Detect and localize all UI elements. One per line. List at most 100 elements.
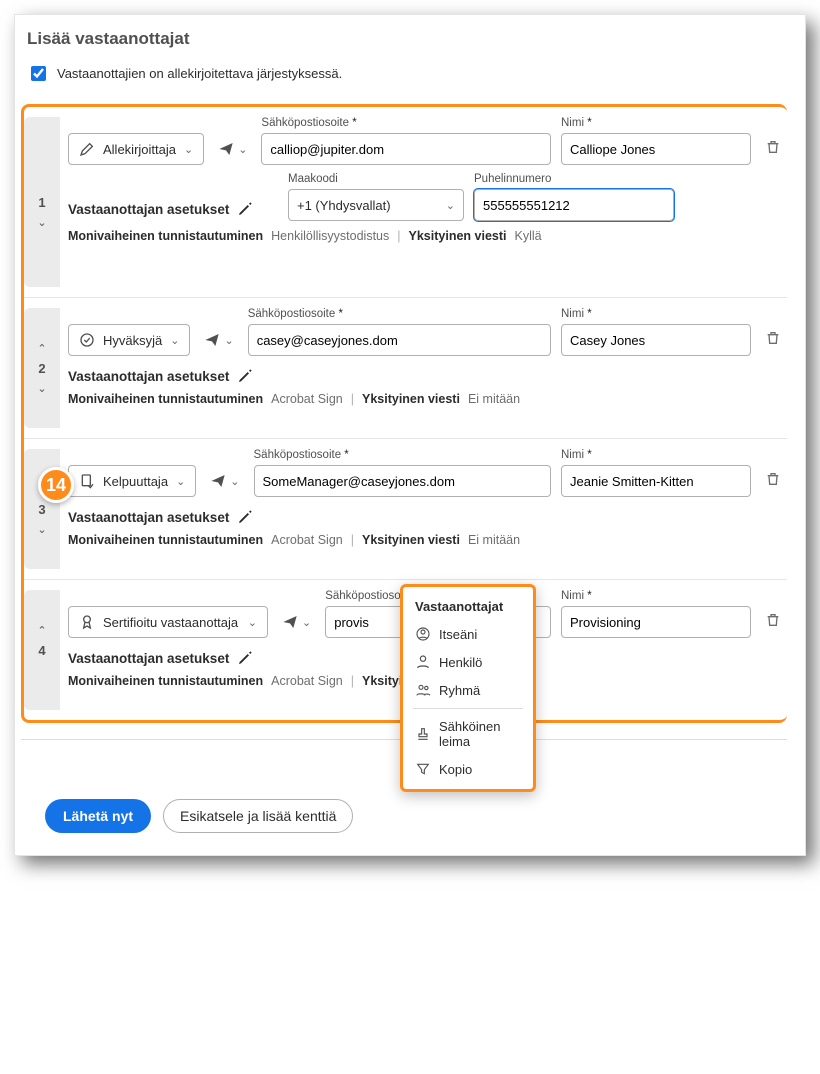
preview-button[interactable]: Esikatsele ja lisää kenttiä [163,799,353,833]
role-selector[interactable]: Kelpuuttaja ⌄ [68,465,196,497]
trash-icon[interactable] [765,330,781,346]
delivery-selector[interactable]: ⌄ [278,606,315,638]
mfa-key: Monivaiheinen tunnistautuminen [68,674,263,688]
mfa-value: Acrobat Sign [271,392,343,406]
order-checkbox-input[interactable] [31,66,46,81]
popup-header: Vastaanottajat [407,595,529,620]
chevron-down-icon: ⌄ [302,616,311,629]
mfa-value: Henkilöllisyystodistus [271,229,389,243]
country-code-select[interactable]: +1 (Yhdysvallat) ⌄ [288,189,464,221]
recipient-settings-label: Vastaanottajan asetukset [68,202,229,217]
country-code-label: Maakoodi [288,173,464,185]
chevron-down-icon: ⌄ [170,334,179,347]
private-msg-value: Kyllä [514,229,541,243]
email-label: Sähköpostiosoite [261,117,551,129]
name-field[interactable] [561,133,751,165]
chevron-down-icon: ⌄ [230,475,239,488]
stamp-icon [415,726,431,742]
edit-icon[interactable] [237,650,253,666]
name-field[interactable] [561,324,751,356]
chevron-down-icon: ⌄ [184,143,193,156]
popup-option-group[interactable]: Ryhmä [407,676,529,704]
email-field[interactable] [261,133,551,165]
role-label: Kelpuuttaja [103,474,168,489]
private-msg-key: Yksityinen viesti [362,533,460,547]
email-field[interactable] [248,324,551,356]
popup-option-stamp[interactable]: Sähköinen leima [407,713,529,755]
recipient-index: 4 [38,643,45,658]
callout-14: 14 [38,467,74,503]
private-msg-key: Yksityinen viesti [409,229,507,243]
chevron-down-icon[interactable]: ⌄ [37,523,46,536]
delivery-selector[interactable]: ⌄ [214,133,251,165]
role-label: Allekirjoittaja [103,142,176,157]
chevron-down-icon: ⌄ [176,475,185,488]
drag-handle[interactable]: ⌃ 1 ⌄ [24,117,60,287]
role-selector[interactable]: Hyväksyjä ⌄ [68,324,190,356]
trash-icon[interactable] [765,471,781,487]
chevron-down-icon: ⌄ [248,616,257,629]
send-icon [282,614,298,630]
pen-icon [79,141,95,157]
phone-field[interactable] [474,189,674,221]
mfa-key: Monivaiheinen tunnistautuminen [68,229,263,243]
recipient-row: ⌃ 2 ⌄ Hyväksyjä ⌄ ⌄ Sähköpostios [24,298,787,439]
send-button[interactable]: Lähetä nyt [45,799,151,833]
email-label: Sähköpostiosoite [248,308,551,320]
chevron-up-icon[interactable]: ⌃ [37,342,46,355]
person-circle-icon [415,626,431,642]
delivery-selector[interactable]: ⌄ [206,465,243,497]
send-icon [204,332,220,348]
recipient-settings-label: Vastaanottajan asetukset [68,510,229,525]
person-icon [415,654,431,670]
trash-icon[interactable] [765,612,781,628]
edit-icon[interactable] [237,201,253,217]
name-field[interactable] [561,465,751,497]
send-icon [218,141,234,157]
popup-option-myself[interactable]: Itseäni [407,620,529,648]
email-label: Sähköpostiosoite [254,449,552,461]
edit-icon[interactable] [237,368,253,384]
phone-label: Puhelinnumero [474,173,674,185]
ribbon-icon [79,614,95,630]
mfa-key: Monivaiheinen tunnistautuminen [68,392,263,406]
private-msg-value: Ei mitään [468,533,520,547]
chevron-down-icon[interactable]: ⌄ [37,382,46,395]
recipient-index: 2 [38,361,45,376]
name-label: Nimi [561,590,751,602]
trash-icon[interactable] [765,139,781,155]
email-field[interactable] [254,465,552,497]
chevron-down-icon: ⌄ [446,199,455,212]
drag-handle[interactable]: ⌃ 4 ⌄ [24,590,60,710]
recipient-row: ⌃ 3 ⌄ Kelpuuttaja ⌄ ⌄ Sähköposti [24,439,787,580]
recipient-type-popup: Vastaanottajat Itseäni Henkilö Ryhmä Säh… [400,584,536,792]
recipient-row: ⌃ 4 ⌄ Sertifioitu vastaanottaja ⌄ ⌄ [24,580,787,720]
delivery-selector[interactable]: ⌄ [200,324,237,356]
popup-option-copy[interactable]: Kopio [407,755,529,783]
recipient-list-highlight: ⌃ 1 ⌄ Allekirjoittaja ⌄ ⌄ Sähköp [21,104,787,723]
role-selector[interactable]: Allekirjoittaja ⌄ [68,133,204,165]
name-label: Nimi [561,449,751,461]
mfa-value: Acrobat Sign [271,674,343,688]
private-msg-value: Ei mitään [468,392,520,406]
filter-icon [415,761,431,777]
popup-option-person[interactable]: Henkilö [407,648,529,676]
private-msg-key: Yksityinen viesti [362,392,460,406]
recipient-row: ⌃ 1 ⌄ Allekirjoittaja ⌄ ⌄ Sähköp [24,107,787,298]
check-circle-icon [79,332,95,348]
drag-handle[interactable]: ⌃ 2 ⌄ [24,308,60,428]
chevron-up-icon[interactable]: ⌃ [37,624,46,637]
recipient-index: 1 [38,195,45,210]
edit-icon[interactable] [237,509,253,525]
page-title: Lisää vastaanottajat [27,29,787,49]
role-label: Hyväksyjä [103,333,162,348]
recipient-settings-label: Vastaanottajan asetukset [68,651,229,666]
mfa-key: Monivaiheinen tunnistautuminen [68,533,263,547]
chevron-down-icon[interactable]: ⌄ [37,216,46,229]
send-icon [210,473,226,489]
role-selector[interactable]: Sertifioitu vastaanottaja ⌄ [68,606,268,638]
sign-in-order-checkbox[interactable]: Vastaanottajien on allekirjoitettava jär… [27,63,787,84]
order-checkbox-label: Vastaanottajien on allekirjoitettava jär… [57,66,342,81]
name-label: Nimi [561,308,751,320]
name-field[interactable] [561,606,751,638]
